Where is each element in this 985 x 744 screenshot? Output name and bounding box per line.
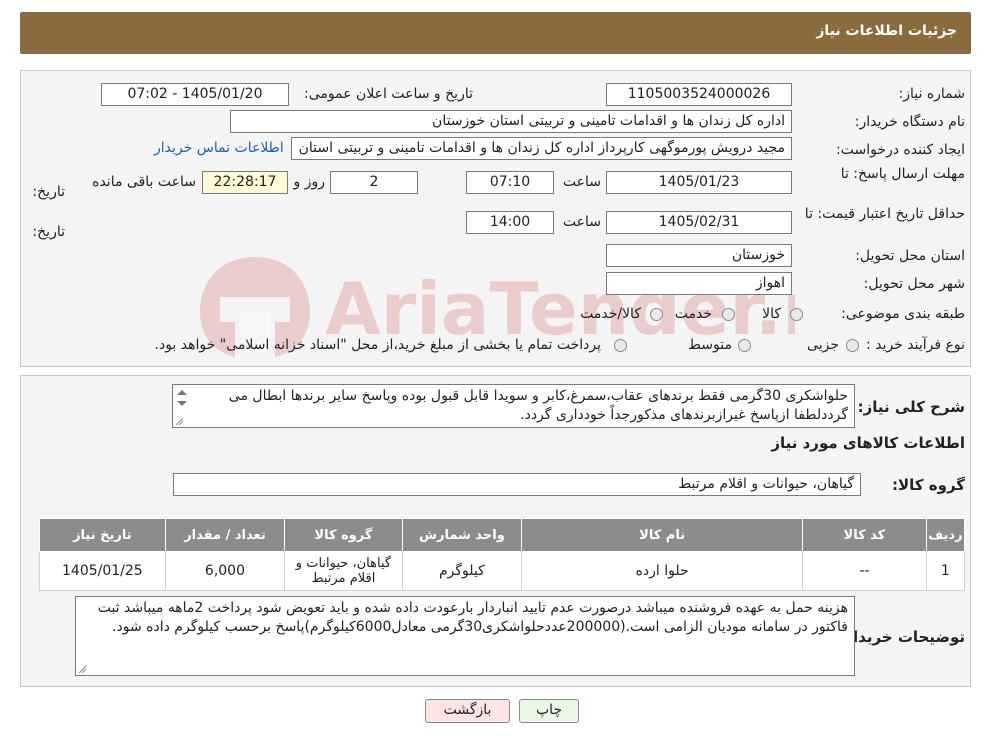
- creator-label: ایجاد کننده درخواست:: [836, 142, 965, 158]
- need-number-label: شماره نیاز:: [898, 86, 966, 102]
- col-name: نام کالا: [521, 518, 804, 552]
- back-button[interactable]: بازگشت: [425, 699, 510, 723]
- cell-name: حلوا ارده: [521, 551, 804, 591]
- deadline-date-field: 1405/01/23: [606, 171, 792, 194]
- col-unit: واحد شمارش: [401, 518, 523, 552]
- deadline-label-2: تاریخ:: [32, 184, 65, 200]
- category-option-service: خدمت: [674, 306, 712, 322]
- col-need-date: تاریخ نیاز: [39, 518, 166, 552]
- category-radio-goods[interactable]: [790, 308, 803, 321]
- province-label: استان محل تحویل:: [855, 248, 965, 264]
- city-label: شهر محل تحویل:: [863, 276, 965, 292]
- resize-grip-icon[interactable]: [77, 664, 87, 674]
- buyer-notes-label: توضیحات خریدار:: [838, 628, 965, 646]
- cell-code: --: [802, 551, 927, 591]
- process-option-minor: جزیی: [807, 337, 839, 353]
- announce-label: تاریخ و ساعت اعلان عمومی:: [304, 86, 473, 102]
- city-field: اهواز: [606, 272, 792, 295]
- validity-time-field: 14:00: [466, 211, 554, 234]
- category-option-goods-service: کالا/خدمت: [580, 306, 641, 322]
- category-radio-goods-service[interactable]: [650, 308, 663, 321]
- summary-text[interactable]: حلواشکری 30گرمی فقط برندهای عقاب،سمرغ،کا…: [172, 384, 855, 428]
- validity-label: حداقل تاریخ اعتبار قیمت: تا: [804, 206, 965, 222]
- validity-date-field: 1405/02/31: [606, 211, 792, 234]
- col-row: ردیف: [925, 518, 966, 552]
- process-radio-medium[interactable]: [738, 339, 751, 352]
- summary-label: شرح کلی نیاز:: [857, 398, 965, 416]
- cell-row: 1: [925, 551, 966, 591]
- col-group: گروه کالا: [284, 518, 403, 552]
- announce-datetime-field: 1405/01/20 - 07:02: [101, 83, 289, 106]
- col-quantity: تعداد / مقدار: [164, 518, 286, 552]
- validity-time-label: ساعت: [562, 214, 601, 230]
- table-row: 1 -- حلوا ارده کیلوگرم گیاهان، حیوانات و…: [39, 551, 966, 591]
- buyer-contact-link[interactable]: اطلاعات تماس خریدار: [154, 140, 284, 156]
- process-checkbox-treasury[interactable]: [614, 339, 627, 352]
- cell-need-date: 1405/01/25: [39, 551, 166, 591]
- deadline-label: مهلت ارسال پاسخ: تا: [840, 166, 965, 182]
- cell-quantity: 6,000: [164, 551, 286, 591]
- page-title: جزئیات اطلاعات نیاز: [816, 23, 957, 39]
- category-radio-service[interactable]: [722, 308, 735, 321]
- summary-scroll-icon[interactable]: [174, 387, 190, 409]
- need-number-field: 1105003524000026: [606, 83, 792, 106]
- remaining-time-field: 22:28:17: [202, 171, 288, 194]
- category-option-goods: کالا: [762, 306, 781, 322]
- remaining-time-label: ساعت باقی مانده: [92, 174, 196, 190]
- page-header: جزئیات اطلاعات نیاز: [20, 12, 971, 54]
- days-remaining-field: 2: [330, 171, 418, 194]
- creator-field: مجید درویش پورموگهی کارپرداز اداره کل زن…: [291, 137, 792, 160]
- process-option-medium: متوسط: [688, 337, 732, 353]
- deadline-time-label: ساعت: [562, 174, 601, 190]
- validity-label-2: تاریخ:: [32, 224, 65, 240]
- col-code: کد کالا: [802, 518, 927, 552]
- goods-table: ردیف کد کالا نام کالا واحد شمارش گروه کا…: [39, 518, 966, 591]
- cell-unit: کیلوگرم: [401, 551, 523, 591]
- goods-section-title: اطلاعات کالاهای مورد نیاز: [771, 434, 965, 452]
- print-button[interactable]: چاپ: [519, 699, 579, 723]
- buyer-notes-text[interactable]: هزینه حمل به عهده فروشنده میباشد درصورت …: [75, 596, 855, 676]
- goods-group-field: گیاهان، حیوانات و اقلام مرتبط: [173, 473, 861, 496]
- goods-group-label: گروه کالا:: [892, 476, 965, 494]
- process-label: نوع فرآیند خرید :: [866, 337, 965, 353]
- process-note: پرداخت تمام یا بخشی از مبلغ خرید،از محل …: [154, 337, 601, 353]
- category-label: طبقه بندی موضوعی:: [841, 306, 965, 322]
- cell-group: گیاهان، حیوانات و اقلام مرتبط: [284, 551, 403, 591]
- goods-table-header: ردیف کد کالا نام کالا واحد شمارش گروه کا…: [39, 518, 966, 552]
- days-label: روز و: [293, 174, 326, 190]
- province-field: خوزستان: [606, 244, 792, 267]
- process-radio-minor[interactable]: [846, 339, 859, 352]
- buyer-org-field: اداره کل زندان ها و اقدامات تامینی و ترب…: [230, 110, 792, 133]
- resize-grip-icon[interactable]: [174, 416, 184, 426]
- deadline-time-field: 07:10: [466, 171, 554, 194]
- buyer-org-label: نام دستگاه خریدار:: [854, 114, 965, 130]
